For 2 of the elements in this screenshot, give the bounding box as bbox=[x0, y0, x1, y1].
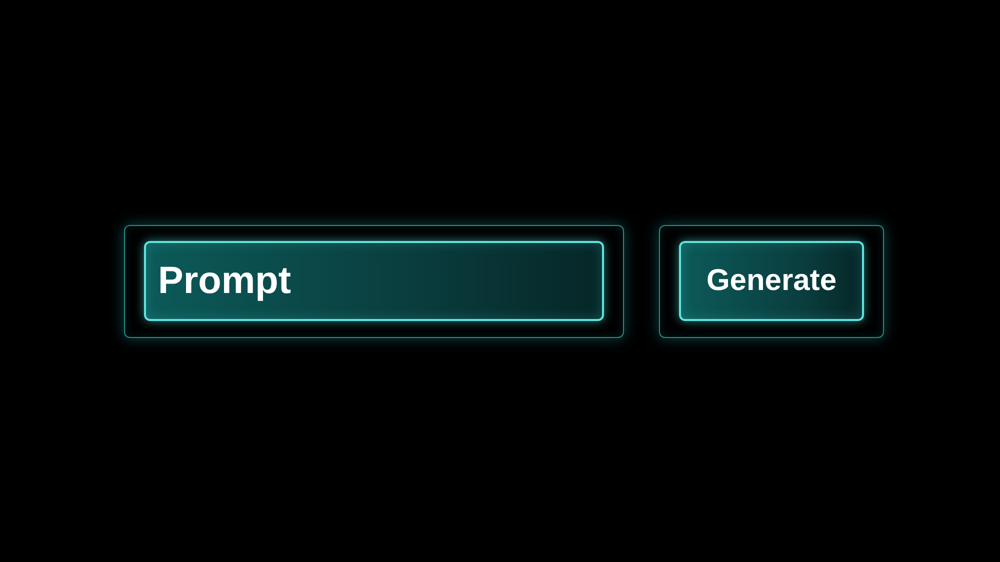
prompt-field[interactable]: Prompt bbox=[144, 241, 604, 321]
generate-button[interactable]: Generate bbox=[679, 241, 864, 321]
